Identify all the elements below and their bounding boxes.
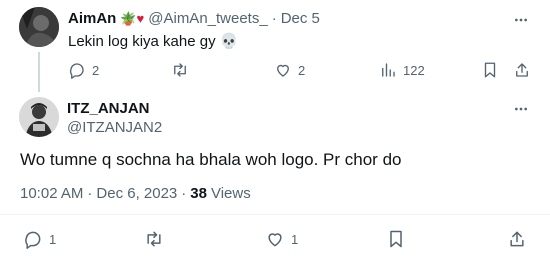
views-count: 38 <box>190 185 207 202</box>
plant-emoji-icon: 🪴 <box>120 10 137 26</box>
main-share-button[interactable] <box>507 229 527 249</box>
itzanjan-handle[interactable]: @ITZANJAN2 <box>67 119 162 136</box>
tweet-date[interactable]: Dec 6, 2023 <box>96 185 177 202</box>
bookmark-icon <box>386 229 406 249</box>
itzanjan-avatar[interactable] <box>19 97 59 137</box>
meta-dot: · <box>181 185 187 202</box>
heart-emoji-icon: ♥ <box>136 10 145 26</box>
itzanjan-display-name[interactable]: ITZ_ANJAN <box>67 100 150 117</box>
share-upload-icon <box>513 61 531 79</box>
main-reply-count: 1 <box>49 231 57 247</box>
name-emojis: 🪴♥ <box>120 11 144 27</box>
reply-views-count: 122 <box>403 62 425 78</box>
reply-retweet-button[interactable] <box>171 61 189 79</box>
share-upload-icon <box>507 229 527 249</box>
aiman-avatar[interactable] <box>19 7 59 47</box>
aiman-display-name[interactable]: AimAn <box>68 10 116 27</box>
header-separator: · <box>271 10 277 27</box>
reply-like-button[interactable]: 2 <box>274 61 305 79</box>
retweet-icon <box>144 229 164 249</box>
more-dots-icon <box>515 18 527 22</box>
reply-views-button[interactable]: 122 <box>379 61 425 79</box>
reply-bookmark-button[interactable] <box>481 61 499 79</box>
reply-reply-button[interactable]: 2 <box>68 61 99 79</box>
tweet-meta: 10:02 AM · Dec 6, 2023 · 38 Views <box>20 185 251 202</box>
reply-text: Lekin log kiya kahe gy 💀 <box>68 33 239 50</box>
main-more-button[interactable] <box>510 98 532 120</box>
views-bar-chart-icon <box>379 61 397 79</box>
main-like-count: 1 <box>291 231 299 247</box>
main-reply-button[interactable]: 1 <box>23 229 56 249</box>
reply-date[interactable]: Dec 5 <box>281 10 320 27</box>
divider <box>0 214 550 215</box>
reply-reply-count: 2 <box>92 62 100 78</box>
thread-line <box>38 52 40 92</box>
views-label: Views <box>210 185 251 202</box>
main-bookmark-button[interactable] <box>386 229 406 249</box>
reply-bubble-icon <box>68 61 86 79</box>
tweet-time[interactable]: 10:02 AM <box>20 185 83 202</box>
retweet-icon <box>171 61 189 79</box>
aiman-handle[interactable]: @AimAn_tweets_ <box>148 10 267 27</box>
meta-dot: · <box>87 185 93 202</box>
bookmark-icon <box>481 61 499 79</box>
reply-more-button[interactable] <box>510 9 532 31</box>
heart-outline-icon <box>274 61 292 79</box>
more-dots-icon <box>515 107 527 111</box>
main-tweet-text: Wo tumne q sochna ha bhala woh logo. Pr … <box>20 150 402 169</box>
reply-like-count: 2 <box>298 62 306 78</box>
main-retweet-button[interactable] <box>144 229 164 249</box>
main-like-button[interactable]: 1 <box>265 229 298 249</box>
reply-bubble-icon <box>23 229 43 249</box>
reply-share-button[interactable] <box>513 61 531 79</box>
heart-outline-icon <box>265 229 285 249</box>
